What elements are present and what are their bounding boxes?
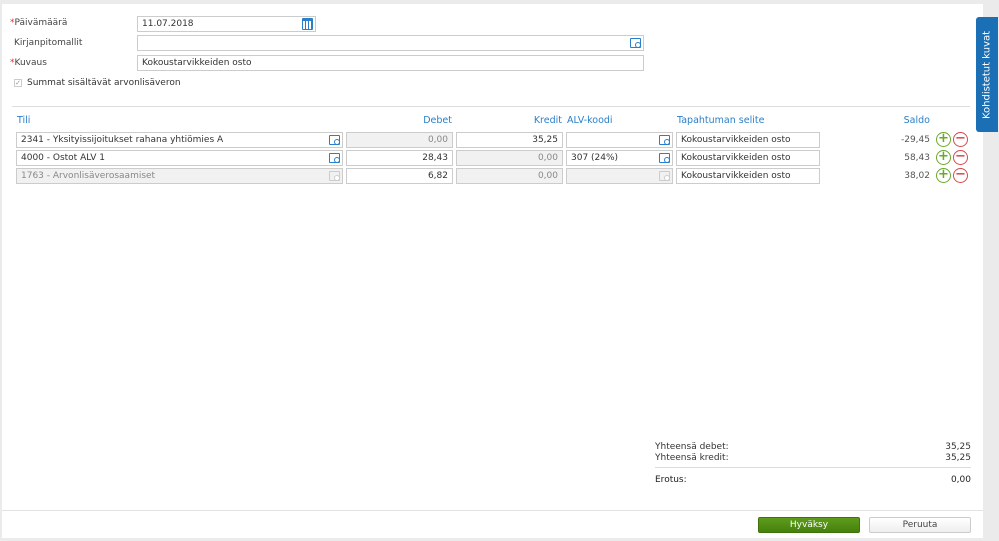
header-balance: Saldo xyxy=(903,115,930,126)
vat-code-input xyxy=(566,168,673,184)
debit-input[interactable]: 6,82 xyxy=(346,168,453,184)
vat-code-input[interactable] xyxy=(566,132,673,148)
totals-divider xyxy=(655,467,971,468)
add-row-icon[interactable]: + xyxy=(936,132,951,147)
add-row-icon[interactable]: + xyxy=(936,150,951,165)
templates-input[interactable] xyxy=(137,35,644,51)
description-input[interactable]: Kokoustarvikkeiden osto xyxy=(676,132,820,148)
add-row-icon[interactable]: + xyxy=(936,168,951,183)
vat-included-checkbox[interactable]: ✓ Summat sisältävät arvonlisäveron xyxy=(14,78,181,88)
difference-value: 0,00 xyxy=(950,475,971,485)
header-account: Tili xyxy=(17,115,31,126)
balance-value: -29,45 xyxy=(900,135,930,145)
vat-code-input[interactable]: 307 (24%) xyxy=(566,150,673,166)
description-label: *Kuvaus xyxy=(10,58,47,68)
account-input[interactable]: 4000 - Ostot ALV 1 xyxy=(16,150,343,166)
header-debit: Debet xyxy=(423,115,452,126)
header-description: Tapahtuman selite xyxy=(677,115,765,126)
cancel-button[interactable]: Peruuta xyxy=(869,517,971,533)
lookup-icon[interactable] xyxy=(329,153,340,163)
debit-input[interactable]: 28,43 xyxy=(346,150,453,166)
total-credit-value: 35,25 xyxy=(945,453,971,463)
checkbox-check-icon[interactable]: ✓ xyxy=(14,79,22,87)
credit-input[interactable]: 35,25 xyxy=(456,132,563,148)
description-input[interactable]: Kokoustarvikkeiden osto xyxy=(137,55,644,71)
date-input[interactable]: 11.07.2018 xyxy=(137,16,316,32)
debit-input[interactable]: 0,00 xyxy=(346,132,453,148)
lookup-icon[interactable] xyxy=(329,135,340,145)
attached-images-tab-label: Kohdistetut kuvat xyxy=(981,30,993,119)
lookup-icon xyxy=(659,171,670,181)
credit-input[interactable]: 0,00 xyxy=(456,168,563,184)
description-input[interactable]: Kokoustarvikkeiden osto xyxy=(676,168,820,184)
credit-input[interactable]: 0,00 xyxy=(456,150,563,166)
total-credit-label: Yhteensä kredit: xyxy=(655,453,729,463)
calendar-icon[interactable] xyxy=(302,18,313,30)
footer-divider xyxy=(2,510,983,511)
balance-value: 38,02 xyxy=(904,171,930,181)
total-debit-value: 35,25 xyxy=(945,442,971,452)
templates-label: Kirjanpitomallit xyxy=(14,38,83,48)
lookup-icon xyxy=(329,171,340,181)
remove-row-icon[interactable]: − xyxy=(953,132,968,147)
remove-row-icon[interactable]: − xyxy=(953,150,968,165)
header-vat-code: ALV-koodi xyxy=(567,115,613,126)
approve-button[interactable]: Hyväksy xyxy=(758,517,860,533)
difference-label: Erotus: xyxy=(655,475,687,485)
attached-images-tab[interactable]: Kohdistetut kuvat xyxy=(976,17,998,132)
lookup-icon[interactable] xyxy=(659,153,670,163)
account-input[interactable]: 2341 - Yksityissijoitukset rahana yhtiöm… xyxy=(16,132,343,148)
remove-row-icon[interactable]: − xyxy=(953,168,968,183)
date-label: *Päivämäärä xyxy=(10,18,68,28)
account-input: 1763 - Arvonlisäverosaamiset xyxy=(16,168,343,184)
header-credit: Kredit xyxy=(533,115,562,126)
description-input[interactable]: Kokoustarvikkeiden osto xyxy=(676,150,820,166)
total-debit-label: Yhteensä debet: xyxy=(655,442,729,452)
divider xyxy=(12,106,970,107)
lookup-icon[interactable] xyxy=(659,135,670,145)
lookup-icon[interactable] xyxy=(630,38,641,48)
balance-value: 58,43 xyxy=(904,153,930,163)
vat-checkbox-label: Summat sisältävät arvonlisäveron xyxy=(27,78,181,88)
